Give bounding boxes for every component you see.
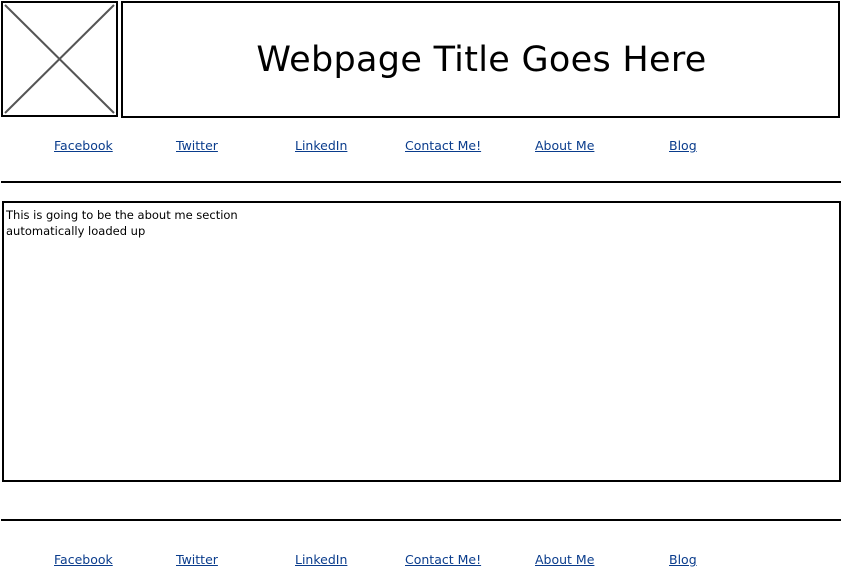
top-nav: Facebook Twitter LinkedIn Contact Me! Ab…: [0, 138, 842, 158]
nav-link-linkedin[interactable]: LinkedIn: [295, 138, 347, 154]
divider-top: [1, 181, 841, 183]
nav-link-contact[interactable]: Contact Me!: [405, 138, 481, 154]
nav-link-twitter[interactable]: Twitter: [176, 552, 218, 568]
nav-link-facebook[interactable]: Facebook: [54, 138, 113, 154]
nav-link-about[interactable]: About Me: [535, 138, 594, 154]
logo-image-placeholder: [1, 1, 118, 117]
nav-link-contact[interactable]: Contact Me!: [405, 552, 481, 568]
nav-link-blog[interactable]: Blog: [669, 138, 697, 154]
about-section: This is going to be the about me section…: [2, 201, 841, 482]
page-title: Webpage Title Goes Here: [256, 40, 707, 80]
nav-link-facebook[interactable]: Facebook: [54, 552, 113, 568]
nav-link-linkedin[interactable]: LinkedIn: [295, 552, 347, 568]
nav-link-blog[interactable]: Blog: [669, 552, 697, 568]
bottom-nav: Facebook Twitter LinkedIn Contact Me! Ab…: [0, 552, 842, 572]
nav-link-about[interactable]: About Me: [535, 552, 594, 568]
divider-bottom: [1, 519, 841, 521]
nav-link-twitter[interactable]: Twitter: [176, 138, 218, 154]
about-text: This is going to be the about me section…: [6, 208, 238, 238]
title-banner: Webpage Title Goes Here: [121, 1, 840, 118]
image-placeholder-icon: [4, 4, 115, 114]
